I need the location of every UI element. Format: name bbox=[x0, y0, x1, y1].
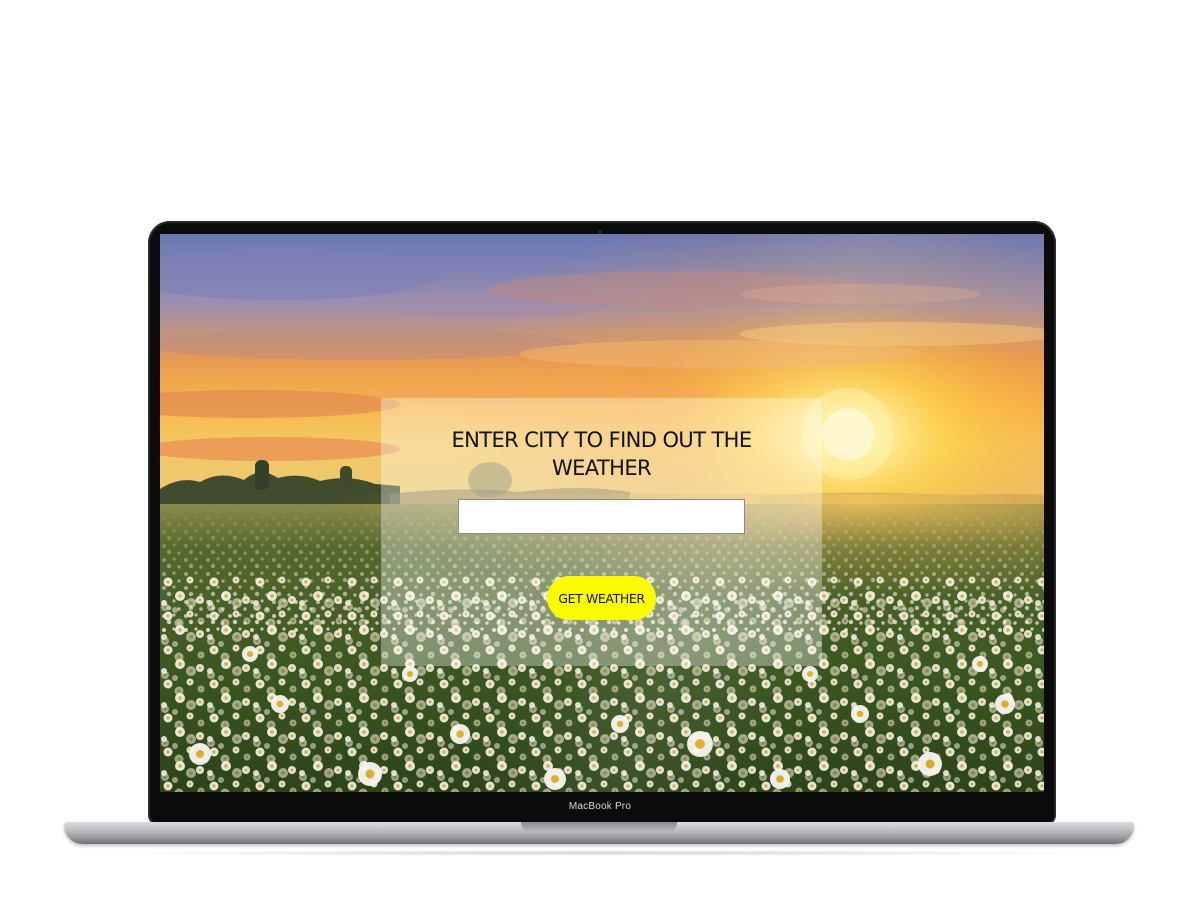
city-input[interactable] bbox=[458, 499, 745, 534]
weather-search-card: ENTER CITY TO FIND OUT THE WEATHER GET W… bbox=[381, 398, 822, 666]
laptop-base-notch bbox=[521, 822, 677, 832]
stage: ENTER CITY TO FIND OUT THE WEATHER GET W… bbox=[0, 0, 1200, 900]
device-model-label: MacBook Pro bbox=[568, 801, 632, 812]
laptop-shadow bbox=[90, 850, 1110, 856]
laptop-screen: ENTER CITY TO FIND OUT THE WEATHER GET W… bbox=[160, 234, 1044, 792]
page-title: ENTER CITY TO FIND OUT THE WEATHER bbox=[451, 428, 752, 480]
get-weather-button[interactable]: GET WEATHER bbox=[547, 576, 656, 620]
